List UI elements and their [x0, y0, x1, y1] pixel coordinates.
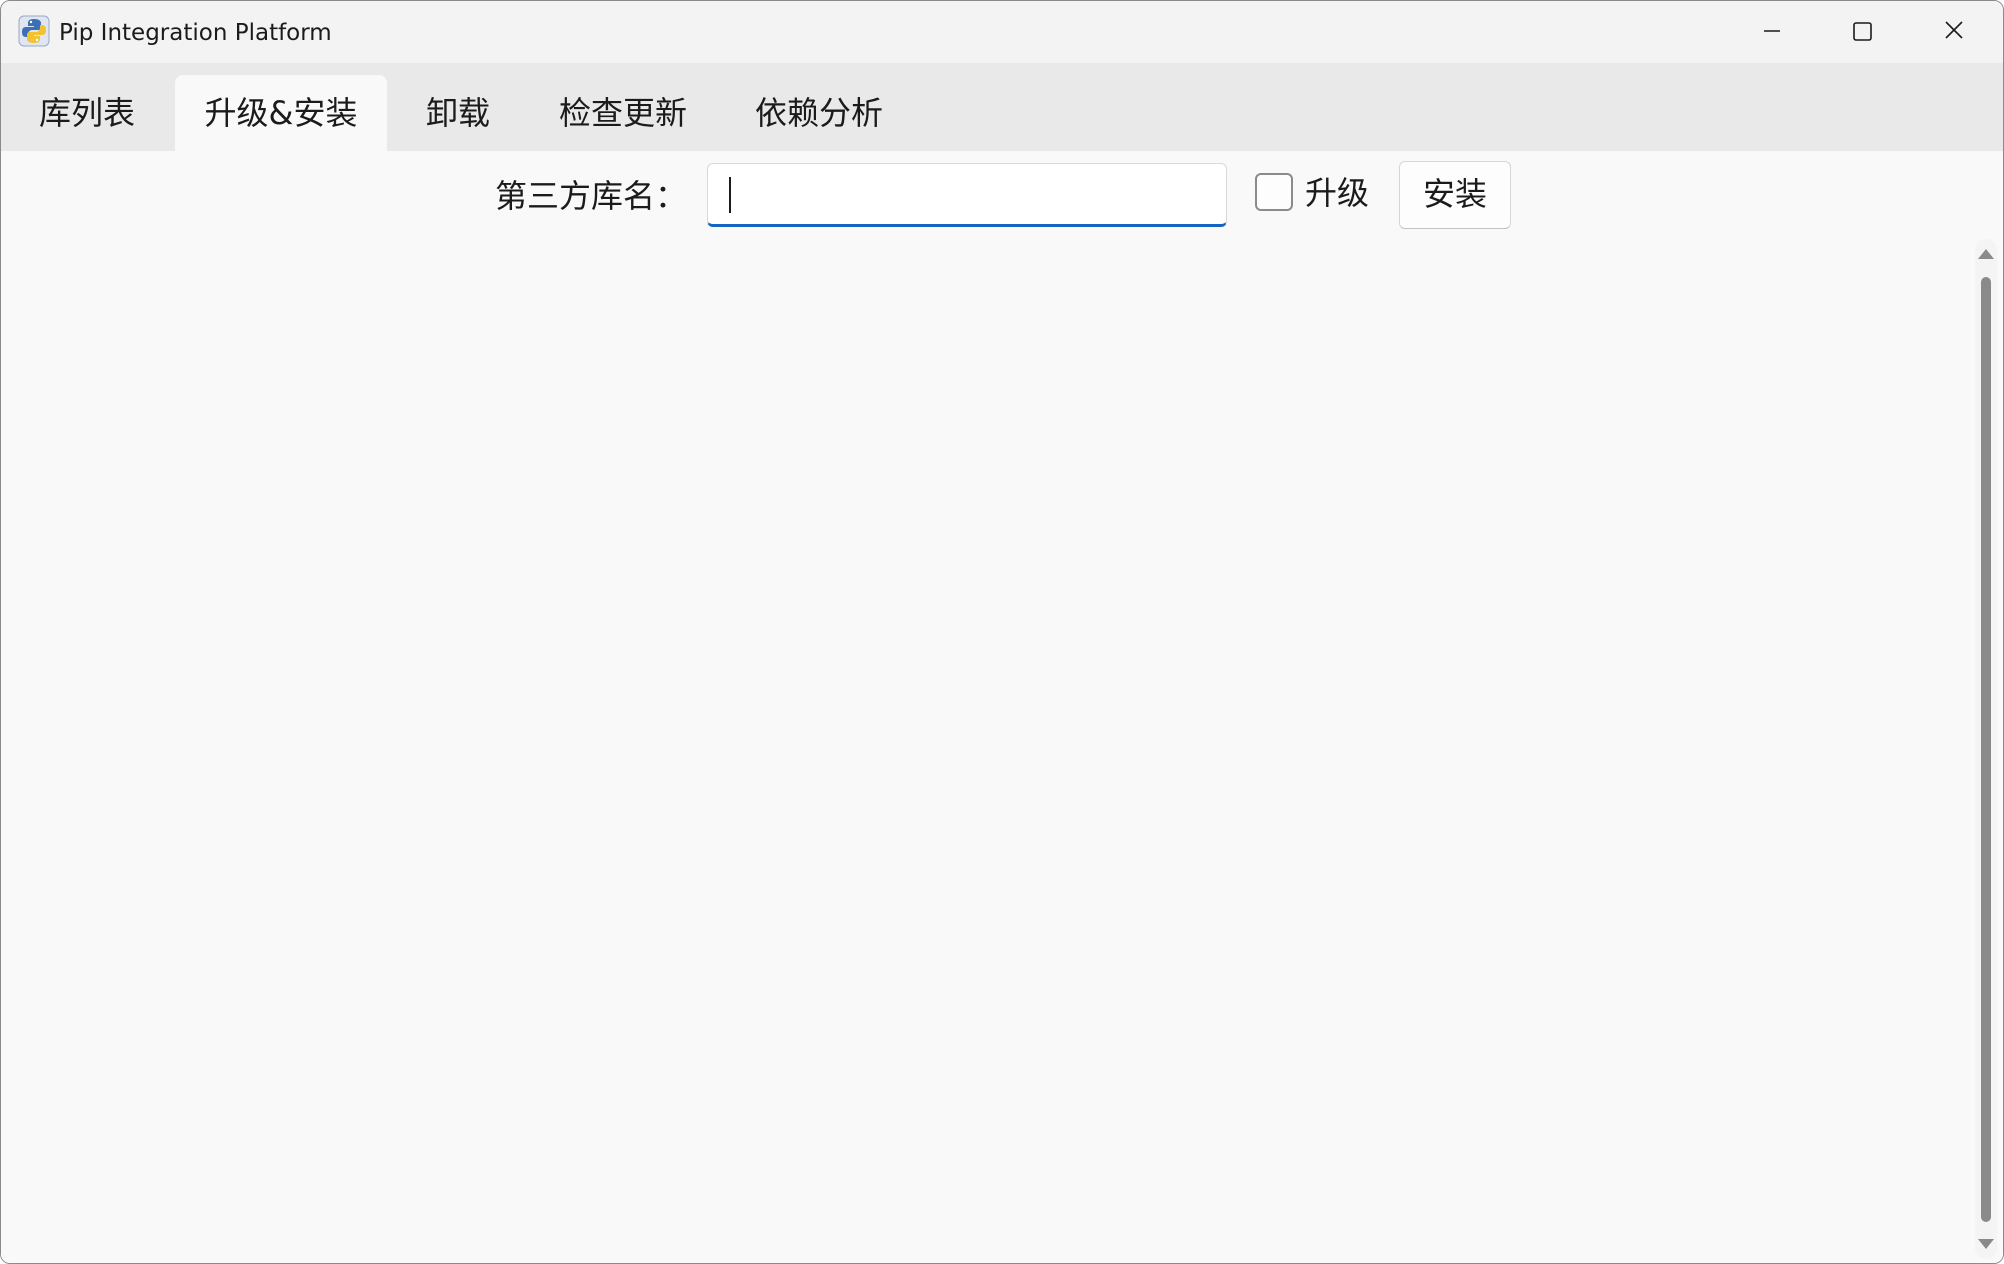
close-button[interactable] [1909, 1, 1999, 61]
close-icon [1945, 21, 1963, 39]
scroll-down-arrow-icon[interactable] [1978, 1239, 1994, 1249]
title-bar[interactable]: Pip Integration Platform [1, 1, 2003, 63]
minimize-button[interactable] [1727, 1, 1817, 61]
library-name-label: 第三方库名： [495, 177, 688, 215]
tab-upgrade-install[interactable]: 升级&安装 [175, 75, 387, 151]
library-name-input[interactable] [707, 163, 1227, 227]
vertical-scrollbar[interactable] [1975, 239, 1997, 1259]
tab-uninstall[interactable]: 卸载 [403, 75, 513, 151]
tab-library-list[interactable]: 库列表 [19, 75, 155, 151]
upgrade-checkbox-label[interactable]: 升级 [1305, 168, 1369, 218]
tab-bar: 库列表 升级&安装 卸载 检查更新 依赖分析 [1, 63, 2003, 151]
install-button[interactable]: 安装 [1399, 161, 1511, 229]
scrollbar-thumb[interactable] [1981, 277, 1991, 1222]
upgrade-checkbox[interactable] [1255, 173, 1293, 211]
text-caret [729, 177, 731, 213]
maximize-button[interactable] [1817, 1, 1907, 61]
scroll-up-arrow-icon[interactable] [1978, 249, 1994, 259]
tab-check-updates[interactable]: 检查更新 [541, 75, 705, 151]
minimize-icon [1764, 30, 1780, 32]
app-window: Pip Integration Platform 库列表 升级&安装 卸载 检查… [0, 0, 2004, 1264]
maximize-icon [1853, 22, 1872, 41]
window-title: Pip Integration Platform [59, 20, 332, 46]
tab-dependency-analysis[interactable]: 依赖分析 [737, 75, 901, 151]
install-panel: 第三方库名： 升级 安装 [1, 151, 2003, 1263]
python-app-icon [18, 15, 50, 47]
